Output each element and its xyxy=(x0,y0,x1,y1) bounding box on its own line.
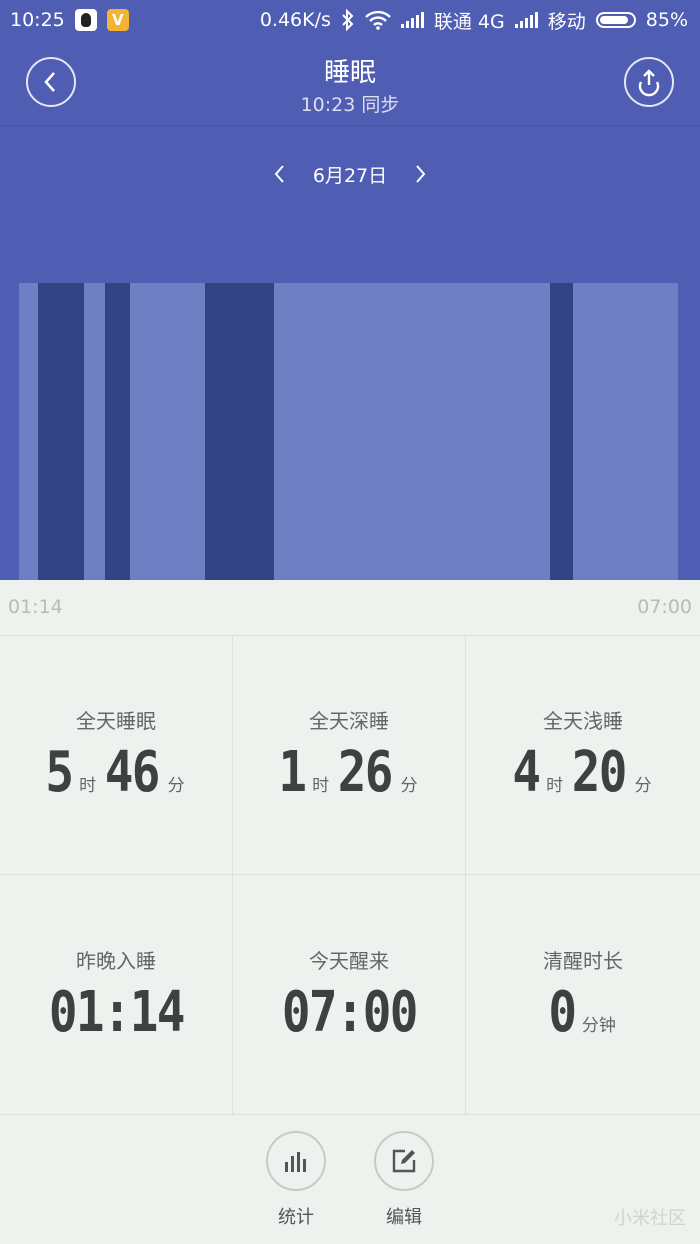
stat-cell: 全天深睡 1 时 26 分 xyxy=(233,635,466,875)
sleep-stage-light xyxy=(572,283,679,580)
stat-label: 全天深睡 xyxy=(309,709,389,733)
stat-unit: 分 xyxy=(167,776,185,796)
stat-number: 20 xyxy=(571,740,628,805)
stat-value: 01:14 xyxy=(0,980,232,1045)
stat-number: 1 xyxy=(278,740,308,805)
stat-unit: 分钟 xyxy=(581,1016,616,1036)
watermark: 小米社区 xyxy=(614,1208,686,1229)
stats-ring xyxy=(266,1131,326,1191)
stat-cell: 昨晚入睡 01:14 xyxy=(0,875,233,1115)
stat-cell: 今天醒来 07:00 xyxy=(233,875,466,1115)
sleep-stage-light xyxy=(84,283,106,580)
stat-unit: 时 xyxy=(312,776,330,796)
stat-unit: 分 xyxy=(400,776,418,796)
chart-time-axis: 01:14 07:00 xyxy=(0,580,700,636)
carrier-1: 联通 4G xyxy=(433,10,505,33)
page-title: 睡眠 xyxy=(323,58,376,88)
sleep-stage-deep xyxy=(105,283,131,580)
edit-button[interactable]: 编辑 xyxy=(372,1131,436,1229)
stat-cell: 清醒时长 0 分钟 xyxy=(466,875,700,1115)
sleep-stage-light xyxy=(273,283,550,580)
current-date: 6月27日 xyxy=(312,164,388,187)
stat-unit: 时 xyxy=(546,776,564,796)
stat-cell: 全天睡眠 5 时 46 分 xyxy=(0,635,233,875)
battery-icon xyxy=(595,12,636,28)
qq-icon xyxy=(74,9,97,31)
prev-day-button[interactable] xyxy=(263,158,295,190)
header-divider xyxy=(0,125,700,126)
stat-label: 昨晚入睡 xyxy=(76,949,156,973)
signal-icon xyxy=(400,12,424,28)
stat-number: 4 xyxy=(512,740,542,805)
chevron-left-icon xyxy=(274,165,284,183)
bluetooth-icon xyxy=(342,9,354,31)
stat-number: 5 xyxy=(45,740,75,805)
sleep-stage-light xyxy=(19,283,39,580)
stats-label: 统计 xyxy=(278,1207,314,1228)
network-speed: 0.46K/s xyxy=(259,9,331,31)
stat-label: 全天睡眠 xyxy=(76,709,156,733)
stat-label: 今天醒来 xyxy=(309,949,389,973)
stat-value: 5 时 46 分 xyxy=(0,740,232,805)
sync-time: 10:23 同步 xyxy=(300,94,400,116)
battery-percent: 85% xyxy=(645,9,688,31)
sleep-stage-chart xyxy=(0,283,700,580)
stat-cell: 全天浅睡 4 时 20 分 xyxy=(466,635,700,875)
app-header: 睡眠 10:23 同步 xyxy=(0,40,700,126)
upload-icon xyxy=(638,69,660,97)
stat-number: 0 xyxy=(548,980,578,1045)
chevron-right-icon xyxy=(416,165,426,183)
stat-value: 07:00 xyxy=(233,980,465,1045)
share-button[interactable] xyxy=(624,57,674,107)
edit-ring xyxy=(374,1131,434,1191)
sleep-stage-light xyxy=(130,283,205,580)
status-bar: 10:25 V 0.46K/s 联通 4G 移动 85% xyxy=(0,0,700,40)
edit-icon xyxy=(392,1149,416,1173)
carrier-2: 移动 xyxy=(547,10,586,33)
edit-label: 编辑 xyxy=(386,1207,422,1228)
stat-label: 清醒时长 xyxy=(543,949,623,973)
sleep-stage-deep xyxy=(38,283,85,580)
sleep-stage-deep xyxy=(204,283,274,580)
stat-value: 4 时 20 分 xyxy=(466,740,700,805)
stat-unit: 时 xyxy=(79,776,97,796)
stat-number: 07:00 xyxy=(281,980,418,1045)
sleep-stats-grid: 全天睡眠 5 时 46 分全天深睡 1 时 26 分全天浅睡 4 时 20 分昨晚入睡 01:14 今天醒来… xyxy=(0,635,700,1115)
stat-value: 1 时 26 分 xyxy=(233,740,465,805)
signal-icon xyxy=(514,12,538,28)
bottom-actions: 统计 编辑 小米社区 xyxy=(0,1115,700,1244)
chart-end-time: 07:00 xyxy=(637,596,692,618)
status-time: 10:25 xyxy=(10,9,65,31)
stat-unit: 分 xyxy=(634,776,652,796)
sleep-stage-deep xyxy=(549,283,573,580)
next-day-button[interactable] xyxy=(405,158,437,190)
stat-value: 0 分钟 xyxy=(466,980,700,1045)
stat-label: 全天浅睡 xyxy=(543,709,623,733)
stat-number: 46 xyxy=(104,740,161,805)
stats-button[interactable]: 统计 xyxy=(264,1131,328,1229)
date-navigator: 6月27日 xyxy=(0,158,700,190)
chart-start-time: 01:14 xyxy=(8,596,63,618)
stat-number: 26 xyxy=(337,740,394,805)
bar-chart-icon xyxy=(285,1152,306,1172)
v-app-icon: V xyxy=(106,9,129,31)
stat-number: 01:14 xyxy=(48,980,185,1045)
wifi-icon xyxy=(365,10,391,30)
